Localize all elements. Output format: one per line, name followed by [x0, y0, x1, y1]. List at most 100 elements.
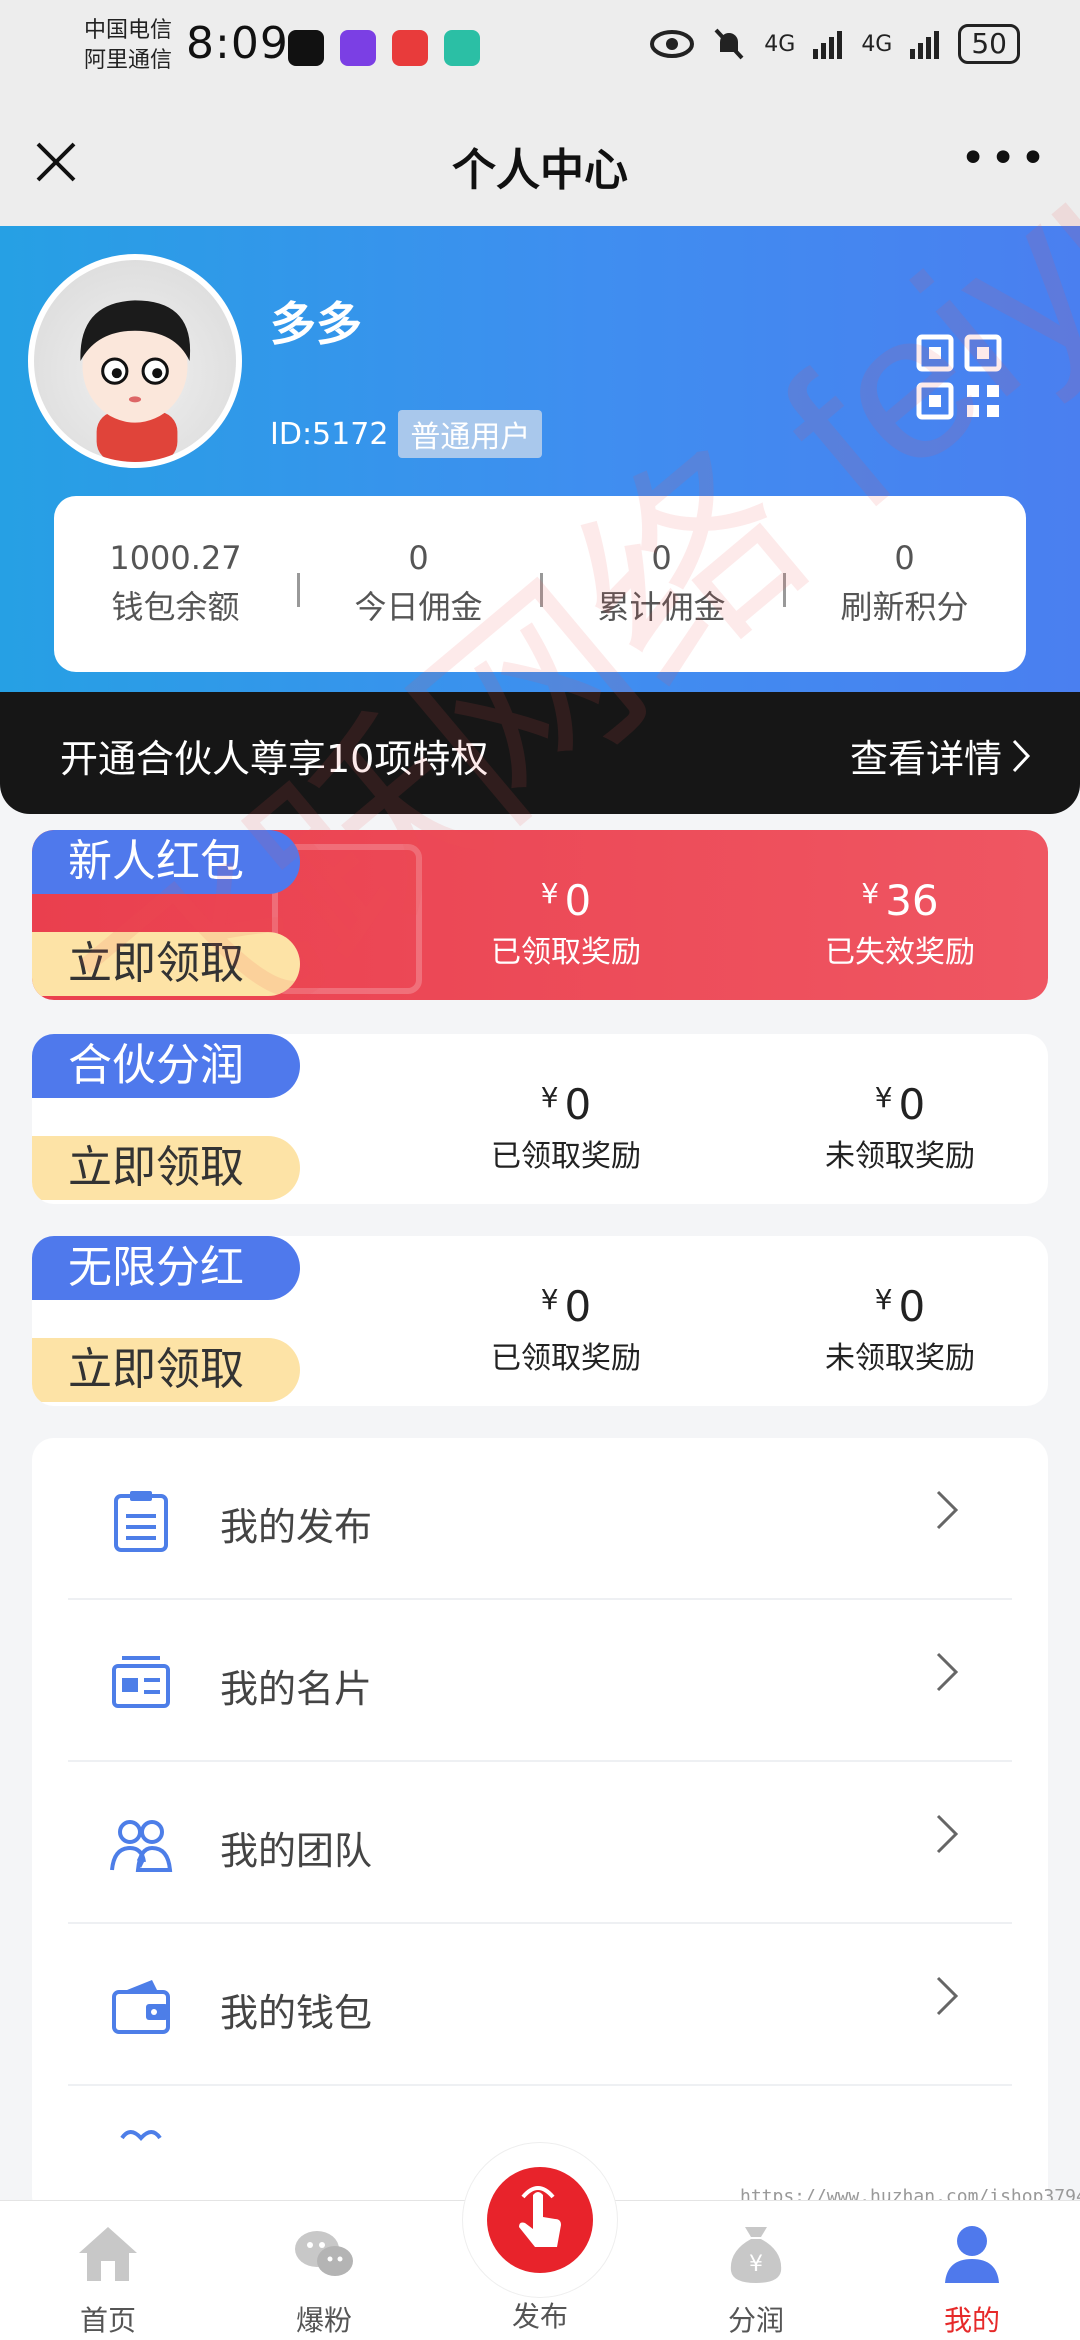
- stat-label: 刷新积分: [840, 588, 969, 626]
- nav-mine[interactable]: 我的: [902, 2221, 1042, 2339]
- stat-total-commission[interactable]: 0 累计佣金: [540, 535, 783, 633]
- avatar[interactable]: [28, 254, 242, 468]
- red-app-icon: [392, 30, 428, 66]
- reward-label: 已领取奖励: [491, 1139, 641, 1174]
- avatar-cartoon-icon: [80, 300, 191, 462]
- more-options-button[interactable]: •••: [960, 137, 1050, 181]
- stat-value: 0: [408, 539, 429, 577]
- reward-tag: 无限分红: [32, 1236, 300, 1300]
- nav-label: 我的: [943, 2304, 1000, 2337]
- reward-amount: ¥0: [540, 1282, 592, 1331]
- profile-header: 多多 ID:5172 普通用户 1000.27 钱包余额 0 今日佣金 0 累计…: [0, 226, 1080, 692]
- reward-amount: ¥0: [540, 876, 592, 925]
- nav-label: 分润: [727, 2304, 784, 2337]
- eye-icon: [650, 30, 695, 58]
- user-icon: [945, 2226, 999, 2283]
- view-details-link[interactable]: 查看详情: [850, 728, 1032, 783]
- stat-value: 0: [651, 539, 672, 577]
- svg-text:¥: ¥: [749, 2252, 763, 2277]
- reward-label: 未领取奖励: [825, 1341, 975, 1376]
- network-type-1: 4G: [764, 31, 796, 57]
- stats-card: 1000.27 钱包余额 0 今日佣金 0 累计佣金 0 刷新积分: [54, 496, 1026, 672]
- menu-item-label: 我的名片: [220, 1667, 373, 1711]
- battery-indicator: 50: [958, 24, 1020, 64]
- wechat-icon: [295, 2231, 353, 2276]
- nav-home[interactable]: 首页: [38, 2221, 178, 2339]
- menu-list: 我的发布 我的名片 我的团队 我的钱包: [32, 1438, 1048, 2218]
- user-id-row: ID:5172 普通用户: [270, 410, 543, 458]
- tap-icon: [519, 2186, 561, 2247]
- home-icon: [79, 2227, 137, 2281]
- claim-button[interactable]: 立即领取: [32, 1338, 300, 1402]
- team-icon: [110, 1820, 173, 1872]
- qr-code-icon[interactable]: [916, 334, 1002, 420]
- reward-column: ¥0 未领取奖励: [750, 1272, 1048, 1381]
- reward-column: ¥0 未领取奖励: [750, 1070, 1048, 1179]
- user-id: ID:5172: [270, 416, 389, 452]
- stat-today-commission[interactable]: 0 今日佣金: [297, 535, 540, 633]
- stat-value: 0: [894, 539, 915, 577]
- stat-wallet-balance[interactable]: 1000.27 钱包余额: [54, 535, 297, 633]
- publish-button[interactable]: [462, 2142, 618, 2298]
- nav-label: 首页: [79, 2304, 136, 2337]
- clipboard-icon: [114, 1491, 168, 1552]
- page-title: 个人中心: [452, 145, 628, 196]
- reward-amount: ¥0: [874, 1282, 926, 1331]
- reward-card-new-user: 新人红包 立即领取 ¥0 已领取奖励 ¥36 已失效奖励: [32, 830, 1048, 1000]
- menu-item-my-team[interactable]: 我的团队: [68, 1762, 1012, 1924]
- mute-bell-icon: [714, 28, 744, 60]
- chevron-right-icon: [1012, 739, 1031, 772]
- carrier-labels: 中国电信 阿里通信: [84, 16, 172, 76]
- carrier-1: 中国电信: [84, 18, 173, 43]
- chevron-right-icon: [936, 1976, 959, 2016]
- reward-label: 已领取奖励: [491, 1341, 641, 1376]
- view-details-label: 查看详情: [849, 737, 1002, 781]
- signal-icon: [813, 31, 843, 59]
- card-icon: [112, 1656, 170, 1708]
- stat-label: 累计佣金: [597, 588, 726, 626]
- money-bag-icon: ¥: [730, 2227, 782, 2283]
- reward-tag: 合伙分润: [32, 1034, 300, 1098]
- notification-app-icons: [288, 30, 480, 66]
- stat-label: 钱包余额: [111, 588, 240, 626]
- stat-refresh-points[interactable]: 0 刷新积分: [783, 535, 1026, 633]
- reward-column: ¥0 已领取奖励: [416, 866, 716, 975]
- menu-item-my-card[interactable]: 我的名片: [68, 1600, 1012, 1762]
- reward-amount: ¥0: [874, 1080, 926, 1129]
- reward-amount: ¥36: [861, 876, 939, 925]
- chevron-right-icon: [936, 1652, 959, 1692]
- partner-banner[interactable]: 开通合伙人尊享10项特权 查看详情: [0, 692, 1080, 814]
- nav-label: 爆粉: [295, 2304, 352, 2337]
- title-bar: 个人中心 •••: [0, 100, 1080, 226]
- gift-icon: [120, 2130, 162, 2141]
- reward-column: ¥0 已领取奖励: [416, 1272, 716, 1381]
- chevron-right-icon: [936, 1490, 959, 1530]
- role-badge: 普通用户: [398, 410, 543, 458]
- nav-label: 发布: [511, 2300, 568, 2333]
- menu-item-label: 我的发布: [220, 1505, 373, 1549]
- partner-banner-text: 开通合伙人尊享10项特权: [60, 737, 489, 781]
- tiktok-icon: [288, 30, 324, 66]
- green-app-icon: [444, 30, 480, 66]
- reward-label: 已领取奖励: [491, 935, 641, 970]
- reward-column: ¥0 已领取奖励: [416, 1070, 716, 1179]
- network-type-2: 4G: [861, 31, 893, 57]
- reward-label: 未领取奖励: [825, 1139, 975, 1174]
- signal-icon-2: [910, 31, 940, 59]
- stat-value: 1000.27: [109, 539, 242, 577]
- chevron-right-icon: [936, 1814, 959, 1854]
- carrier-2: 阿里通信: [84, 48, 173, 73]
- username: 多多: [270, 297, 362, 351]
- reward-column: ¥36 已失效奖励: [750, 866, 1048, 975]
- status-indicators: 4G 4G 50: [650, 24, 1020, 64]
- menu-item-label: 我的钱包: [220, 1991, 373, 2035]
- menu-item-label: 我的团队: [220, 1829, 373, 1873]
- menu-item-my-posts[interactable]: 我的发布: [68, 1438, 1012, 1600]
- claim-button[interactable]: 立即领取: [32, 932, 300, 996]
- reward-card-partner-share: 合伙分润 立即领取 ¥0 已领取奖励 ¥0 未领取奖励: [32, 1034, 1048, 1204]
- nav-fans[interactable]: 爆粉: [254, 2221, 394, 2339]
- nav-profit[interactable]: ¥ 分润: [686, 2221, 826, 2339]
- menu-item-my-wallet[interactable]: 我的钱包: [68, 1924, 1012, 2086]
- claim-button[interactable]: 立即领取: [32, 1136, 300, 1200]
- purple-app-icon: [340, 30, 376, 66]
